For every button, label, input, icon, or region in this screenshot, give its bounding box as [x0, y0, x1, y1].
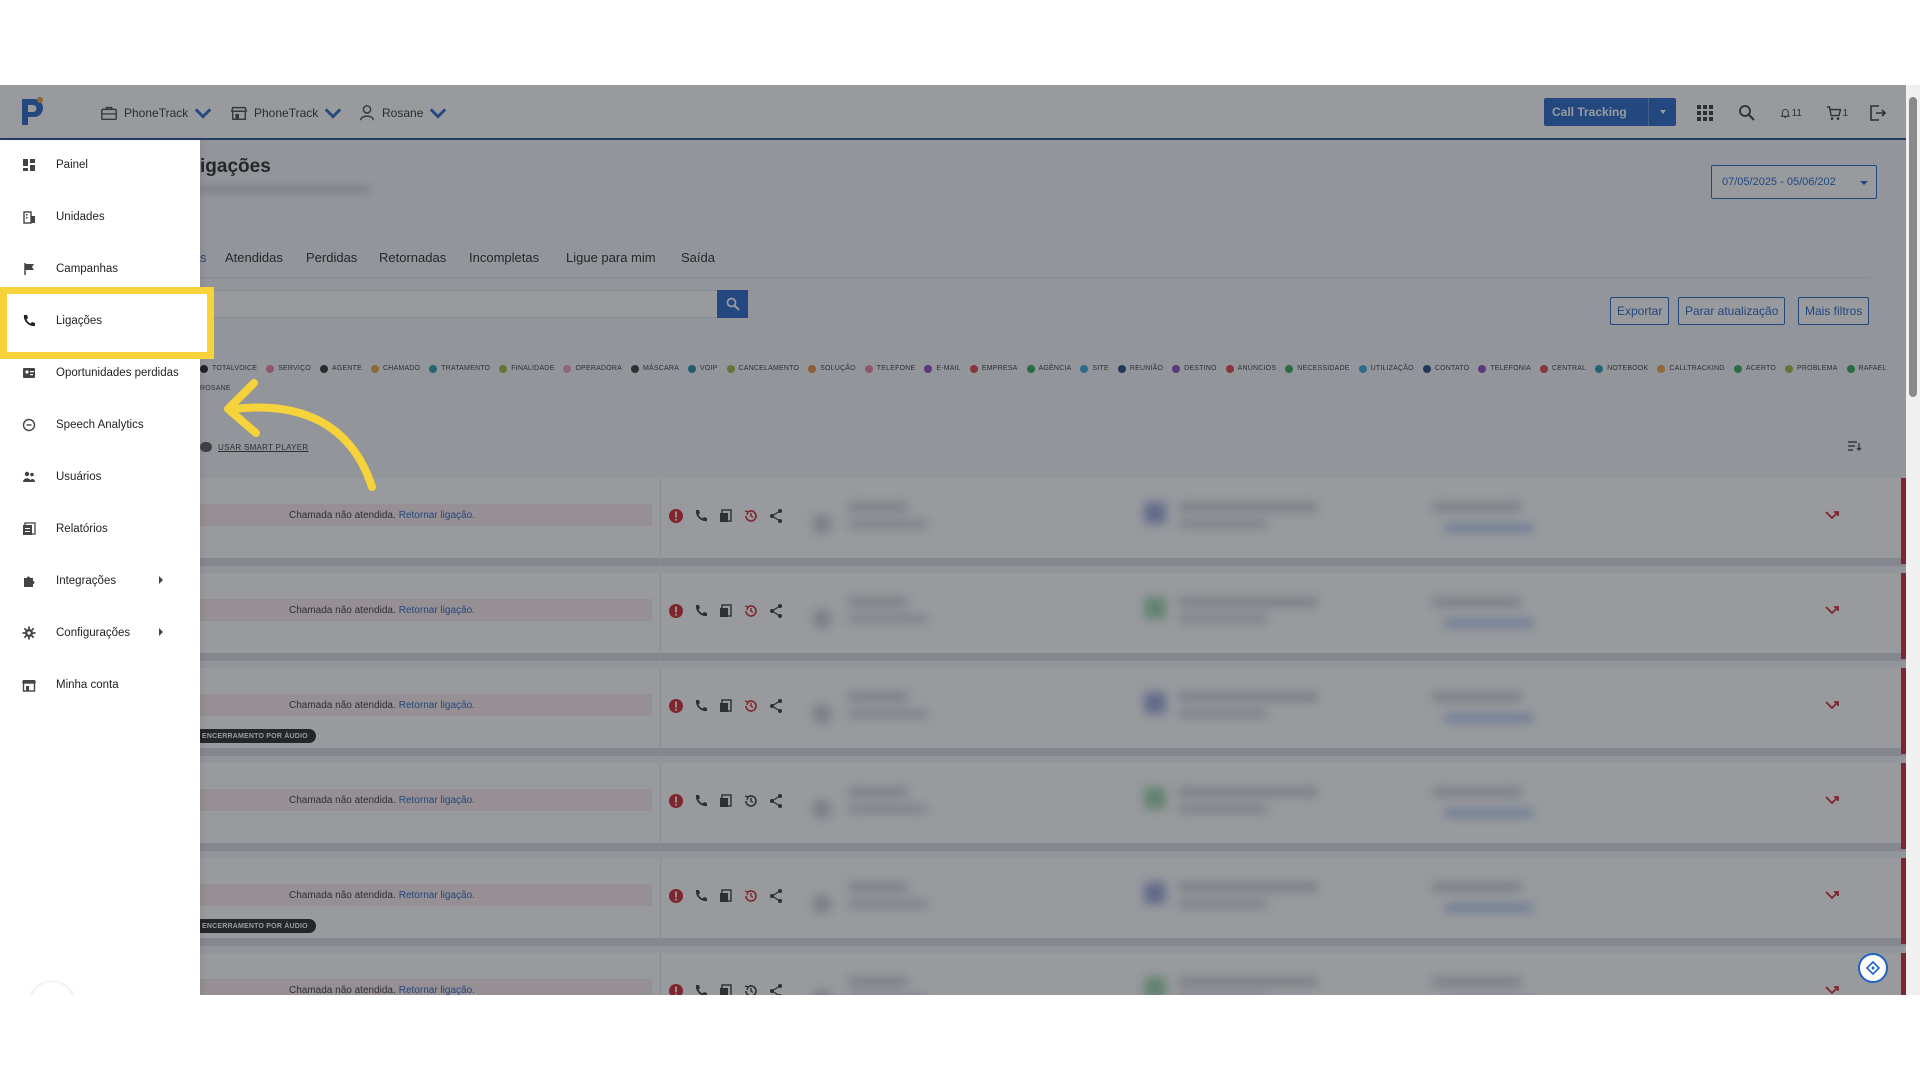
sidebar-item-label: Integrações: [56, 575, 117, 587]
sidebar-item-label: Minha conta: [56, 679, 119, 691]
modal-overlay[interactable]: [0, 85, 1920, 995]
puzzle-icon: [24, 576, 35, 587]
sidebar-item-label: Relatórios: [56, 523, 108, 535]
sidebar-item-configuracoes[interactable]: Configurações: [0, 613, 200, 653]
sidebar-item-campanhas[interactable]: Campanhas: [0, 249, 200, 289]
sidebar-item-label: Oportunidades perdidas: [56, 367, 179, 379]
sidebar-menu: Painel Unidades Campanhas Ligações Oportunid…: [0, 140, 214, 995]
dashboard-icon: [23, 159, 35, 171]
sidebar-item-label: Unidades: [56, 211, 105, 223]
scrollbar[interactable]: [1906, 85, 1920, 995]
reports-icon: [23, 522, 36, 535]
sidebar-item-integracoes[interactable]: Integrações: [0, 561, 200, 601]
chat-widget-avatar[interactable]: g.: [30, 982, 74, 995]
app-window: PhoneTrack PhoneTrack Rosane Call Tracki…: [0, 85, 1920, 995]
sidebar-item-painel[interactable]: Painel: [0, 145, 200, 185]
sidebar-item-relatorios[interactable]: Relatórios: [0, 509, 200, 549]
users-icon: [23, 471, 35, 482]
gear-icon: [22, 626, 36, 640]
speech-icon: [22, 418, 36, 432]
sidebar-item-speech-analytics[interactable]: Speech Analytics: [0, 405, 200, 445]
sidebar-item-label: Usuários: [56, 471, 102, 483]
caret-right-icon: [159, 576, 163, 584]
scrollbar-thumb[interactable]: [1909, 97, 1917, 397]
annotation-arrow-icon: [224, 379, 376, 491]
sidebar-item-ligacoes[interactable]: Ligações: [0, 301, 200, 341]
sidebar-item-label: Speech Analytics: [56, 419, 144, 431]
sidebar-item-minha-conta[interactable]: Minha conta: [0, 665, 200, 705]
diamond-help-icon: [1866, 961, 1880, 975]
building-icon: [23, 211, 35, 224]
help-button[interactable]: [1858, 953, 1888, 983]
store-icon: [22, 680, 36, 692]
phone-icon: [23, 315, 35, 327]
sidebar-item-oportunidades-perdidas[interactable]: Oportunidades perdidas: [0, 353, 200, 393]
flag-icon: [24, 263, 34, 275]
avatar-letter: g.: [42, 992, 61, 995]
sidebar-item-label: Painel: [56, 159, 88, 171]
sidebar-item-label: Configurações: [56, 627, 131, 639]
sidebar-item-label: Ligações: [56, 315, 103, 327]
sidebar-item-label: Campanhas: [56, 263, 119, 275]
sidebar-item-usuarios[interactable]: Usuários: [0, 457, 200, 497]
caret-right-icon: [159, 628, 163, 636]
sidebar-item-unidades[interactable]: Unidades: [0, 197, 200, 237]
id-card-icon: [23, 368, 35, 378]
